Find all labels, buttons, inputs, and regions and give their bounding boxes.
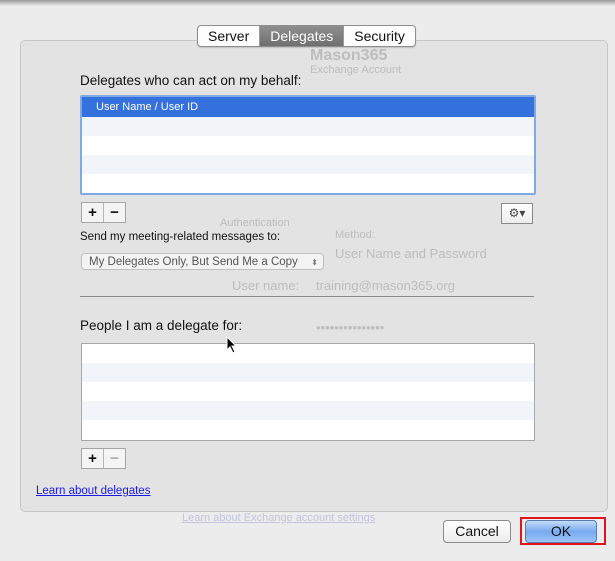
list-row — [82, 344, 534, 363]
list-row — [82, 117, 534, 136]
list-row — [82, 401, 534, 420]
mouse-cursor-icon — [226, 336, 238, 354]
bg-password-value: ••••••••••••••• — [316, 320, 385, 335]
send-value: My Delegates Only, But Send Me a Copy — [89, 256, 298, 268]
window-shadow — [0, 0, 615, 6]
delegates-title: Delegates who can act on my behalf: — [80, 73, 302, 88]
bg-settings-link: Learn about Exchange account settings — [182, 512, 376, 524]
bg-account-name: Mason365 — [310, 47, 388, 64]
separator — [80, 296, 534, 297]
learn-delegates-link[interactable]: Learn about delegates — [36, 485, 150, 497]
list-row — [82, 363, 534, 382]
ok-button[interactable]: OK — [525, 520, 597, 543]
bg-username-value: training@mason365.org — [316, 278, 455, 293]
bg-username-label: User name: — [232, 278, 300, 293]
remove-button[interactable]: − — [104, 449, 125, 468]
bg-method-value: User Name and Password — [335, 246, 487, 261]
cancel-button[interactable]: Cancel — [443, 520, 511, 543]
delegate-for-list[interactable] — [81, 343, 535, 441]
delegate-for-add-remove: + − — [81, 448, 126, 469]
send-label: Send my meeting-related messages to: — [80, 231, 281, 243]
delegate-for-title: People I am a delegate for: — [80, 318, 243, 333]
tab-delegates[interactable]: Delegates — [260, 26, 345, 46]
remove-delegate-button[interactable]: − — [104, 203, 125, 222]
bg-auth-label: Authentication — [220, 217, 290, 229]
tab-server[interactable]: Server — [198, 26, 261, 46]
delegates-add-remove: + − — [81, 202, 126, 223]
bg-method-label: Method: — [335, 229, 375, 241]
send-messages-popup[interactable]: My Delegates Only, But Send Me a Copy ⬍ — [81, 253, 324, 270]
gear-menu-button[interactable]: ⚙▾ — [501, 203, 533, 224]
list-row — [82, 382, 534, 401]
add-button[interactable]: + — [82, 449, 104, 468]
updown-arrows-icon: ⬍ — [311, 258, 318, 267]
add-delegate-button[interactable]: + — [82, 203, 104, 222]
bg-account-type: Exchange Account — [310, 64, 402, 76]
tab-bar: Server Delegates Security — [197, 25, 416, 47]
list-row — [82, 136, 534, 155]
list-row — [82, 155, 534, 174]
delegates-list[interactable]: User Name / User ID — [80, 95, 536, 195]
gear-icon: ⚙▾ — [508, 206, 526, 220]
column-header[interactable]: User Name / User ID — [82, 97, 534, 117]
tab-security[interactable]: Security — [344, 26, 415, 46]
